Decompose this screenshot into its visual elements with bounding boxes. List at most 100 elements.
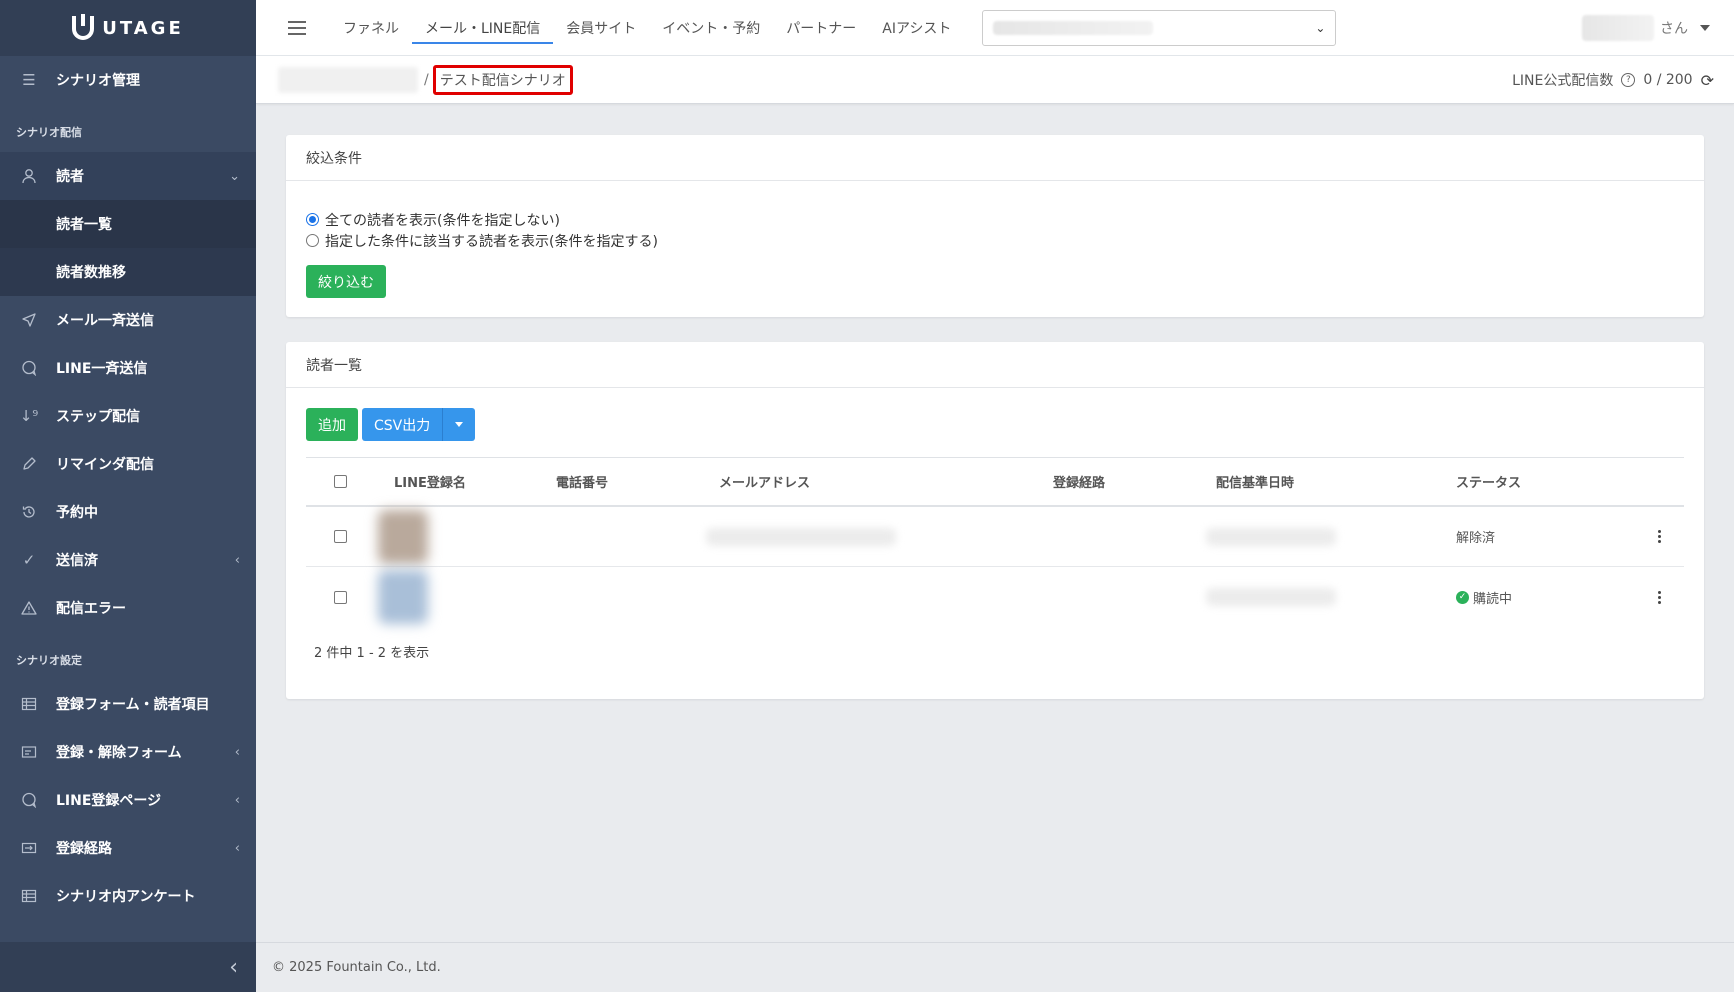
- col-status[interactable]: ステータス: [1456, 458, 1521, 505]
- radio-button[interactable]: [306, 213, 319, 226]
- reader-table: LINE登録名 電話番号 メールアドレス 登録経路 配信基準日時 ステータス 解…: [306, 457, 1684, 627]
- hamburger-menu-icon[interactable]: [288, 20, 306, 35]
- col-email[interactable]: メールアドレス: [719, 458, 810, 505]
- radio-label: 全ての読者を表示(条件を指定しない): [325, 212, 560, 229]
- page-footer: © 2025 Fountain Co., Ltd.: [256, 942, 1734, 992]
- user-suffix: さん: [1660, 21, 1688, 37]
- tab-event-booking[interactable]: イベント・予約: [649, 0, 773, 56]
- table-icon: [20, 695, 38, 713]
- pagination-info: 2 件中 1 - 2 を表示: [314, 646, 430, 661]
- sidebar-item-delivery-error[interactable]: 配信エラー: [0, 584, 256, 632]
- sidebar-collapse-button[interactable]: ‹: [0, 942, 256, 992]
- logo[interactable]: UTAGE: [0, 0, 256, 56]
- sidebar-item-scenario-management[interactable]: ☰ シナリオ管理: [0, 56, 256, 104]
- breadcrumb-current: テスト配信シナリオ: [432, 64, 573, 95]
- table-header: LINE登録名 電話番号 メールアドレス 登録経路 配信基準日時 ステータス: [306, 457, 1684, 507]
- table-row[interactable]: ✓ 購読中: [306, 567, 1684, 627]
- caret-down-icon: [455, 422, 464, 427]
- chevron-left-icon: ‹: [234, 840, 240, 856]
- row-menu-icon[interactable]: [1658, 507, 1661, 566]
- sidebar-item-step-delivery[interactable]: ↓⁹ ステップ配信: [0, 392, 256, 440]
- radio-show-filtered[interactable]: 指定した条件に該当する読者を表示(条件を指定する): [306, 230, 1704, 251]
- copyright: © 2025 Fountain Co., Ltd.: [272, 960, 441, 975]
- table-icon: [20, 887, 38, 905]
- sidebar-item-registration-form[interactable]: 登録フォーム・読者項目: [0, 680, 256, 728]
- chevron-left-icon: ‹: [234, 792, 240, 808]
- table-row[interactable]: 解除済: [306, 507, 1684, 567]
- send-icon: [20, 311, 38, 329]
- sidebar-item-label: 予約中: [56, 505, 98, 521]
- row-checkbox[interactable]: [334, 507, 347, 566]
- tab-mail-line[interactable]: メール・LINE配信: [412, 0, 554, 56]
- redacted-value: [993, 20, 1154, 35]
- check-circle-icon: ✓: [1456, 590, 1469, 604]
- sidebar-item-reminder-delivery[interactable]: リマインダ配信: [0, 440, 256, 488]
- sidebar-subitem-reader-trend[interactable]: 読者数推移: [0, 248, 256, 296]
- section-label-scenario-delivery: シナリオ配信: [16, 126, 82, 139]
- filter-button[interactable]: 絞り込む: [306, 265, 386, 298]
- status-badge: 解除済: [1456, 531, 1496, 546]
- chevron-left-icon: ‹: [229, 954, 238, 980]
- sidebar-item-scheduled[interactable]: 予約中: [0, 488, 256, 536]
- sidebar-item-label: メール一斉送信: [56, 313, 154, 329]
- radio-show-all[interactable]: 全ての読者を表示(条件を指定しない): [306, 209, 1704, 230]
- account-select[interactable]: ⌄: [982, 9, 1337, 46]
- sidebar-item-sent[interactable]: ✓ 送信済 ‹: [0, 536, 256, 584]
- check-icon: ✓: [22, 551, 36, 569]
- redacted-email: [706, 507, 896, 566]
- line-delivery-count: LINE公式配信数 ? 0 / 200 ⟳: [1512, 56, 1714, 104]
- chevron-left-icon: ‹: [234, 552, 240, 568]
- col-registration-route[interactable]: 登録経路: [1053, 458, 1105, 505]
- chat-icon: [20, 359, 38, 377]
- tab-member-site[interactable]: 会員サイト: [553, 0, 649, 56]
- sidebar-item-scenario-survey[interactable]: シナリオ内アンケート: [0, 872, 256, 920]
- redacted-date: [1206, 567, 1336, 627]
- user-icon: [20, 167, 38, 185]
- sidebar: UTAGE ☰ シナリオ管理 シナリオ配信 読者 ⌄ 読者一覧 読者数推移 メー…: [0, 0, 256, 992]
- redacted-date: [1206, 507, 1336, 566]
- sidebar-item-line-registration-page[interactable]: LINE登録ページ ‹: [0, 776, 256, 824]
- user-menu[interactable]: さん: [1582, 0, 1710, 56]
- breadcrumb-separator: /: [424, 71, 429, 88]
- radio-label: 指定した条件に該当する読者を表示(条件を指定する): [325, 233, 658, 250]
- chevron-left-icon: ‹: [234, 744, 240, 760]
- status-badge: ✓ 購読中: [1456, 567, 1512, 627]
- sidebar-item-label: 配信エラー: [56, 601, 126, 617]
- sidebar-item-label: 登録フォーム・読者項目: [56, 697, 210, 713]
- add-button[interactable]: 追加: [306, 408, 358, 441]
- logo-icon: [72, 14, 95, 40]
- status-label: 購読中: [1473, 591, 1513, 607]
- form-icon: [20, 743, 38, 761]
- csv-export-button[interactable]: CSV出力: [362, 408, 443, 441]
- radio-button[interactable]: [306, 234, 319, 247]
- sidebar-item-mail-broadcast[interactable]: メール一斉送信: [0, 296, 256, 344]
- sidebar-item-readers[interactable]: 読者 ⌄: [0, 152, 256, 200]
- tab-funnel[interactable]: ファネル: [330, 0, 412, 56]
- reader-list-title: 読者一覧: [286, 342, 1704, 388]
- list-icon: ☰: [22, 71, 36, 89]
- line-count-label: LINE公式配信数: [1512, 73, 1614, 89]
- chevron-down-icon: ⌄: [1315, 20, 1326, 35]
- help-icon[interactable]: ?: [1621, 73, 1636, 87]
- sidebar-item-registration-route[interactable]: 登録経路 ‹: [0, 824, 256, 872]
- sidebar-subitem-reader-list[interactable]: 読者一覧: [0, 200, 256, 248]
- col-line-name[interactable]: LINE登録名: [394, 458, 466, 505]
- col-delivery-base-date[interactable]: 配信基準日時: [1216, 458, 1294, 505]
- csv-export-button-group: CSV出力: [362, 408, 476, 441]
- sidebar-item-register-cancel-form[interactable]: 登録・解除フォーム ‹: [0, 728, 256, 776]
- breadcrumb-redacted-link[interactable]: [278, 66, 418, 93]
- top-header: ファネル メール・LINE配信 会員サイト イベント・予約 パートナー AIアシ…: [256, 0, 1734, 56]
- row-menu-icon[interactable]: [1658, 567, 1661, 627]
- tab-ai-assist[interactable]: AIアシスト: [869, 0, 964, 56]
- refresh-icon[interactable]: ⟳: [1701, 71, 1714, 90]
- sidebar-item-label: リマインダ配信: [56, 457, 154, 473]
- warning-icon: [20, 599, 38, 617]
- col-phone[interactable]: 電話番号: [556, 458, 608, 505]
- tab-partner[interactable]: パートナー: [773, 0, 869, 56]
- sidebar-item-label: 読者: [56, 169, 84, 185]
- csv-dropdown-toggle[interactable]: [442, 408, 476, 441]
- sort-icon: ↓⁹: [19, 407, 39, 425]
- sidebar-item-line-broadcast[interactable]: LINE一斉送信: [0, 344, 256, 392]
- row-checkbox[interactable]: [334, 567, 347, 627]
- select-all-checkbox[interactable]: [334, 458, 347, 505]
